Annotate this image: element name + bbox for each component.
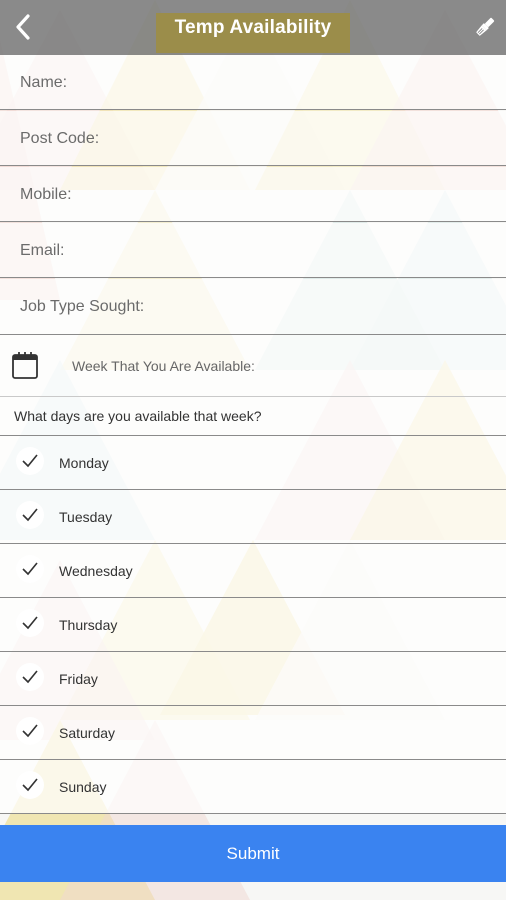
name-field[interactable]: Name:	[0, 55, 506, 110]
post-code-field-label: Post Code:	[20, 130, 100, 147]
paintbrush-icon	[476, 17, 495, 36]
page-title: Temp Availability	[174, 17, 332, 38]
day-label-sunday: Sunday	[59, 779, 107, 795]
checkmark-icon[interactable]	[16, 717, 44, 745]
chevron-left-icon	[16, 14, 30, 40]
email-field-label: Email:	[20, 242, 65, 259]
checkmark-icon[interactable]	[16, 609, 44, 637]
day-label-thursday: Thursday	[59, 617, 118, 633]
day-label-tuesday: Tuesday	[59, 509, 113, 525]
week-available-picker[interactable]: Week That You Are Available:	[0, 335, 506, 397]
checkmark-icon[interactable]	[16, 771, 44, 799]
submit-button[interactable]: Submit	[0, 825, 506, 882]
calendar-icon	[12, 352, 38, 379]
mobile-field-label: Mobile:	[20, 186, 72, 203]
day-row-friday[interactable]: Friday	[0, 652, 506, 706]
job-type-field[interactable]: Job Type Sought:	[0, 279, 506, 335]
days-question-row: What days are you available that week?	[0, 397, 506, 436]
day-row-sunday[interactable]: Sunday	[0, 760, 506, 814]
day-label-friday: Friday	[59, 671, 98, 687]
mobile-field[interactable]: Mobile:	[0, 167, 506, 222]
checkmark-icon[interactable]	[16, 663, 44, 691]
day-row-wednesday[interactable]: Wednesday	[0, 544, 506, 598]
checkmark-icon[interactable]	[16, 555, 44, 583]
brush-button[interactable]	[468, 10, 502, 44]
week-available-label: Week That You Are Available:	[72, 358, 255, 374]
day-row-thursday[interactable]: Thursday	[0, 598, 506, 652]
days-question-text: What days are you available that week?	[14, 408, 262, 424]
back-button[interactable]	[6, 8, 40, 46]
day-row-saturday[interactable]: Saturday	[0, 706, 506, 760]
day-label-saturday: Saturday	[59, 725, 116, 741]
post-code-field[interactable]: Post Code:	[0, 111, 506, 166]
checkmark-icon[interactable]	[16, 501, 44, 529]
email-field[interactable]: Email:	[0, 223, 506, 278]
day-label-wednesday: Wednesday	[59, 563, 133, 579]
header-bar: Temp Availability	[0, 0, 506, 55]
day-row-tuesday[interactable]: Tuesday	[0, 490, 506, 544]
day-row-monday[interactable]: Monday	[0, 436, 506, 490]
day-label-monday: Monday	[59, 455, 109, 471]
checkmark-icon[interactable]	[16, 447, 44, 475]
job-type-field-label: Job Type Sought:	[20, 298, 145, 315]
name-field-label: Name:	[20, 74, 68, 91]
